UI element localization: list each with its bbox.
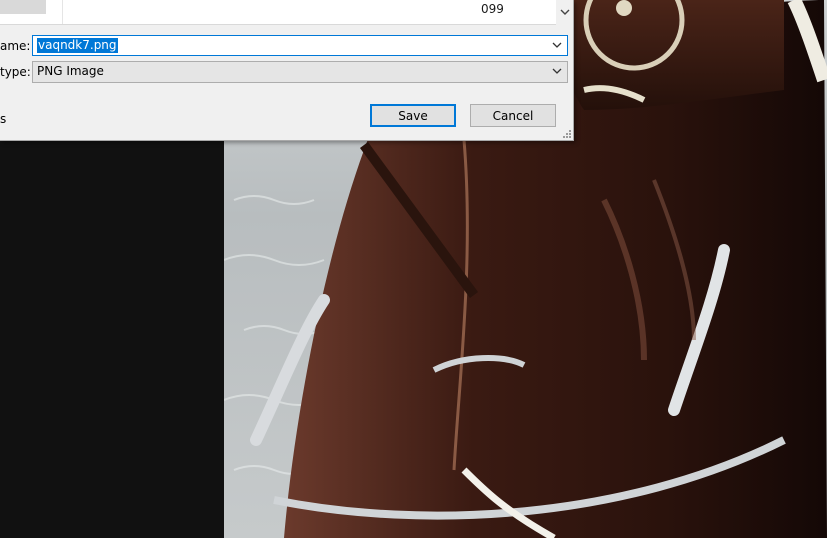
hide-folders-toggle[interactable]: s [0, 112, 6, 126]
chevron-down-icon [560, 9, 569, 15]
file-list[interactable]: 099 [0, 0, 556, 25]
save-dialog: 099 ame: vaqndk7.png type: PNG Image s S… [0, 0, 574, 141]
chevron-down-icon[interactable] [551, 39, 563, 51]
save-button[interactable]: Save [370, 104, 456, 127]
column-divider[interactable] [62, 0, 63, 24]
file-name-value[interactable]: vaqndk7.png [37, 38, 118, 53]
file-type-select[interactable]: PNG Image [32, 61, 568, 83]
file-name-label: ame: [0, 39, 31, 53]
file-list-text: 099 [481, 2, 504, 16]
resize-grip-icon[interactable] [563, 130, 571, 138]
chevron-down-icon[interactable] [551, 65, 563, 77]
file-type-value: PNG Image [37, 64, 104, 78]
file-list-cell[interactable] [0, 0, 46, 14]
file-name-input[interactable]: vaqndk7.png [32, 35, 568, 56]
cancel-button[interactable]: Cancel [470, 104, 556, 127]
file-type-label: type: [0, 65, 31, 79]
scroll-down-button[interactable] [556, 0, 573, 24]
